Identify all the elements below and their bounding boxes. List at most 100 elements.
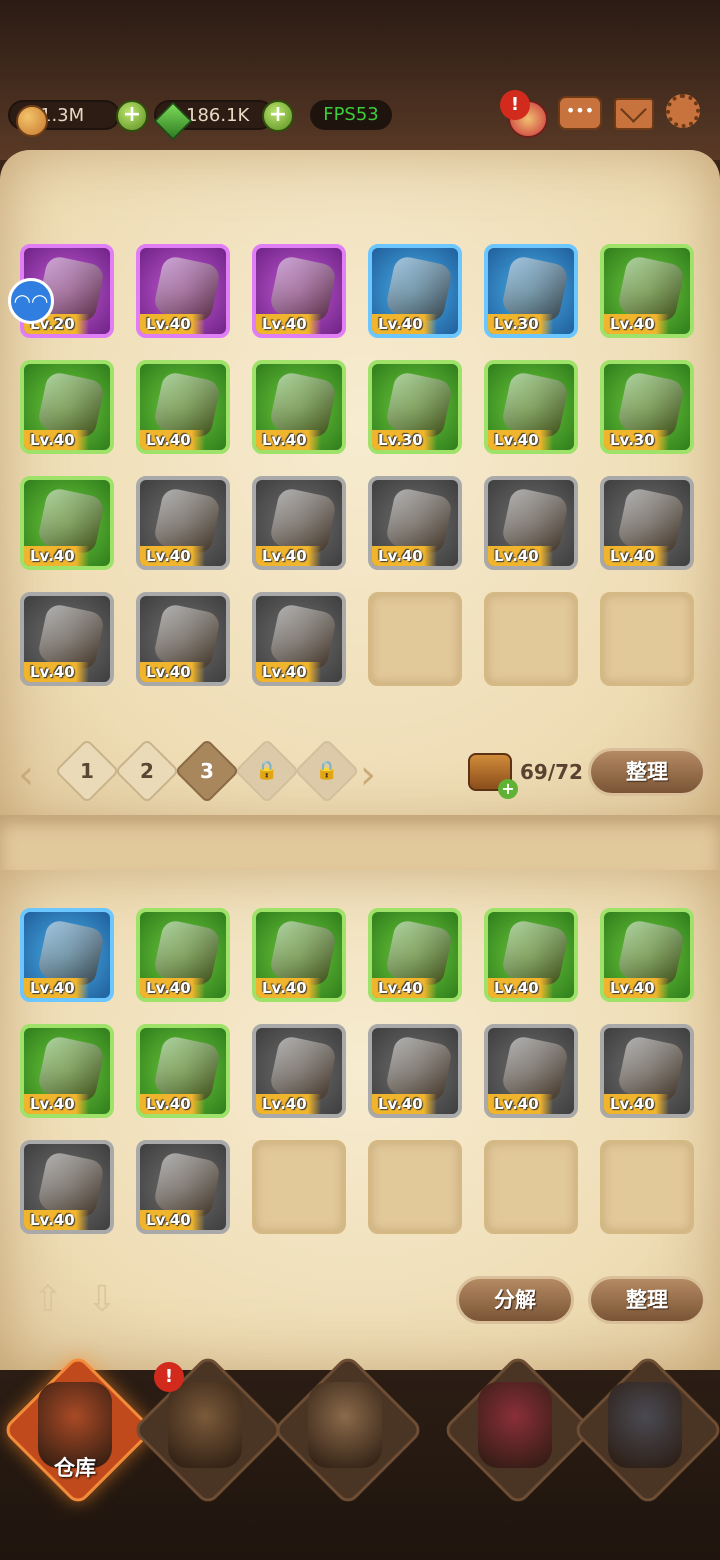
item-level-badge: Lv.30: [488, 314, 553, 334]
nav-warehouse[interactable]: 仓库: [1, 1353, 155, 1507]
item-level-badge: Lv.40: [256, 1094, 321, 1114]
item-slot[interactable]: Lv.40: [136, 476, 230, 570]
alert-icon: !: [500, 90, 530, 120]
item-slot[interactable]: Lv.30: [484, 244, 578, 338]
item-level-badge: Lv.40: [140, 662, 205, 682]
item-level-badge: Lv.40: [488, 978, 553, 998]
item-slot[interactable]: Lv.40: [484, 908, 578, 1002]
top-bar: [0, 0, 720, 160]
empty-slot: [368, 1140, 462, 1234]
item-level-badge: Lv.30: [604, 430, 669, 450]
floating-assistant-button[interactable]: ◠◠: [8, 278, 54, 324]
add-gem-button[interactable]: +: [262, 100, 294, 132]
item-slot[interactable]: Lv.40: [136, 908, 230, 1002]
item-slot[interactable]: Lv.40: [20, 1140, 114, 1234]
alert-icon: !: [154, 1362, 184, 1392]
item-slot[interactable]: Lv.40: [252, 592, 346, 686]
portal-icon: [308, 1382, 382, 1468]
lock-icon: 🔒: [315, 760, 339, 781]
item-slot[interactable]: Lv.40: [600, 908, 694, 1002]
item-level-badge: Lv.40: [140, 546, 205, 566]
item-slot[interactable]: Lv.40: [252, 908, 346, 1002]
settings-button[interactable]: [664, 92, 706, 134]
item-level-badge: Lv.40: [604, 546, 669, 566]
item-slot[interactable]: Lv.40: [20, 1024, 114, 1118]
gold-pill: 1.3M: [8, 100, 120, 137]
item-slot[interactable]: Lv.40: [484, 476, 578, 570]
nav-portal[interactable]: [271, 1353, 425, 1507]
item-slot[interactable]: Lv.40: [600, 244, 694, 338]
nav-tavern[interactable]: !: [131, 1353, 285, 1507]
item-slot[interactable]: Lv.40: [484, 1024, 578, 1118]
item-slot[interactable]: Lv.40: [368, 908, 462, 1002]
item-level-badge: Lv.40: [140, 1210, 205, 1230]
nav-label: 仓库: [54, 1456, 96, 1480]
item-level-badge: Lv.30: [372, 430, 437, 450]
item-slot[interactable]: Lv.40: [136, 592, 230, 686]
armory-icon: [478, 1382, 552, 1468]
move-down-arrow-icon[interactable]: ⇩: [82, 1280, 122, 1320]
gem-resource: 186.1K: [153, 98, 274, 141]
item-level-badge: Lv.40: [488, 430, 553, 450]
gold-coin-icon: [16, 105, 48, 137]
gem-pill: 186.1K: [153, 100, 274, 141]
item-slot[interactable]: Lv.40: [368, 244, 462, 338]
item-level-badge: Lv.40: [256, 546, 321, 566]
nav-forge[interactable]: [571, 1353, 720, 1507]
decompose-button[interactable]: 分解: [456, 1276, 574, 1324]
page-number: 1: [80, 759, 94, 783]
item-level-badge: Lv.40: [604, 978, 669, 998]
mail-button[interactable]: [612, 92, 654, 134]
add-gold-button[interactable]: +: [116, 100, 148, 132]
item-slot[interactable]: Lv.40: [136, 1024, 230, 1118]
next-page-button[interactable]: ›: [360, 752, 376, 798]
chat-button[interactable]: •••: [558, 92, 602, 134]
item-slot[interactable]: Lv.40: [600, 1024, 694, 1118]
nav-armory[interactable]: [441, 1353, 595, 1507]
item-slot[interactable]: Lv.40: [252, 360, 346, 454]
event-button[interactable]: !: [500, 90, 548, 138]
capacity-text: 69/72: [520, 760, 583, 784]
expand-storage-chest-icon[interactable]: [468, 753, 518, 799]
capacity-display: 69/72: [468, 752, 583, 799]
fps-counter: FPS53: [310, 100, 392, 130]
item-slot[interactable]: Lv.40: [136, 1140, 230, 1234]
gem-amount: 186.1K: [186, 104, 250, 126]
chat-icon: •••: [558, 96, 602, 130]
empty-slot: [368, 592, 462, 686]
empty-slot: [252, 1140, 346, 1234]
item-level-badge: Lv.40: [24, 662, 89, 682]
item-slot[interactable]: Lv.30: [368, 360, 462, 454]
item-slot[interactable]: Lv.30: [600, 360, 694, 454]
item-level-badge: Lv.40: [372, 1094, 437, 1114]
empty-slot: [600, 592, 694, 686]
item-level-badge: Lv.40: [140, 430, 205, 450]
item-slot[interactable]: Lv.40: [136, 360, 230, 454]
item-slot[interactable]: Lv.40: [600, 476, 694, 570]
item-slot[interactable]: Lv.40: [20, 592, 114, 686]
item-level-badge: Lv.40: [140, 978, 205, 998]
gold-resource: 1.3M: [8, 98, 120, 137]
item-slot[interactable]: Lv.40: [136, 244, 230, 338]
mail-icon: [614, 96, 654, 130]
prev-page-button[interactable]: ‹: [18, 752, 34, 798]
move-up-arrow-icon[interactable]: ⇧: [28, 1280, 68, 1320]
item-slot[interactable]: Lv.40: [20, 476, 114, 570]
item-level-badge: Lv.40: [24, 978, 89, 998]
item-level-badge: Lv.40: [488, 546, 553, 566]
item-slot[interactable]: Lv.40: [20, 360, 114, 454]
item-slot[interactable]: Lv.40: [252, 244, 346, 338]
item-slot[interactable]: Lv.40: [368, 1024, 462, 1118]
item-level-badge: Lv.40: [256, 314, 321, 334]
item-level-badge: Lv.40: [256, 662, 321, 682]
sort-storage-button[interactable]: 整理: [588, 748, 706, 796]
item-level-badge: Lv.40: [24, 546, 89, 566]
empty-slot: [484, 1140, 578, 1234]
item-slot[interactable]: Lv.40: [252, 1024, 346, 1118]
sort-bag-button[interactable]: 整理: [588, 1276, 706, 1324]
item-slot[interactable]: Lv.40: [368, 476, 462, 570]
item-slot[interactable]: Lv.40: [252, 476, 346, 570]
item-slot[interactable]: Lv.40: [20, 908, 114, 1002]
empty-slot: [600, 1140, 694, 1234]
item-slot[interactable]: Lv.40: [484, 360, 578, 454]
